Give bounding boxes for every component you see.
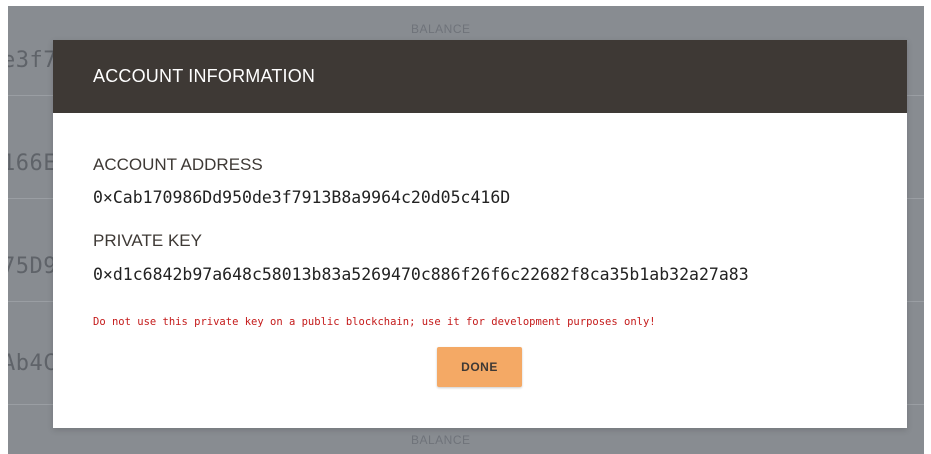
modal-header: ACCOUNT INFORMATION (53, 40, 907, 113)
background-balance-header: BALANCE (411, 22, 471, 36)
background-account-address: e3f7 (8, 48, 57, 73)
private-key-value: 0×d1c6842b97a648c58013b83a5269470c886f26… (93, 265, 749, 284)
background-balance-label: BALANCE (411, 433, 471, 447)
modal-title: ACCOUNT INFORMATION (93, 66, 316, 86)
private-key-label: PRIVATE KEY (93, 231, 202, 250)
background-account-address: 166E (8, 151, 57, 176)
private-key-warning: Do not use this private key on a public … (93, 316, 656, 328)
account-info-modal: ACCOUNT INFORMATION ACCOUNT ADDRESS 0×Ca… (53, 40, 907, 428)
background-account-address: 75D9 (8, 254, 57, 279)
account-address-label: ACCOUNT ADDRESS (93, 155, 263, 174)
account-address-value: 0×Cab170986Dd950de3f7913B8a9964c20d05c41… (93, 188, 511, 207)
background-account-address: Ab4C (8, 351, 57, 376)
done-button[interactable]: DONE (437, 347, 522, 387)
